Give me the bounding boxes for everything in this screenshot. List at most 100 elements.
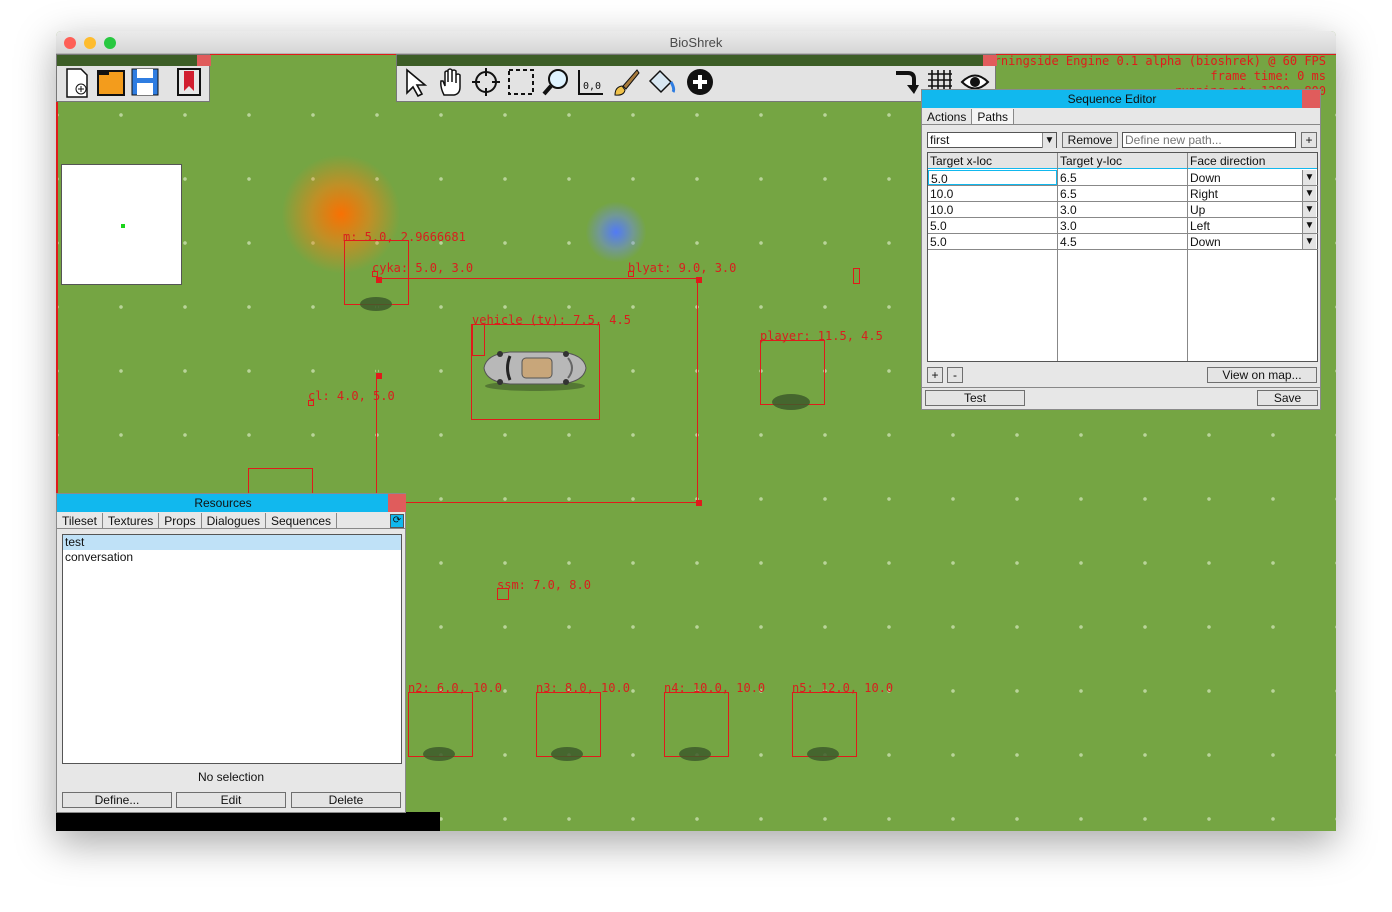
cell-y[interactable]: 6.5	[1058, 170, 1077, 186]
cell-y[interactable]: 3.0	[1058, 202, 1077, 218]
entity-cl-anchor[interactable]	[308, 400, 314, 406]
entity-marker[interactable]	[853, 268, 860, 284]
entity-blyat-anchor[interactable]	[628, 271, 634, 277]
chevron-down-icon: ▼	[1302, 186, 1316, 201]
marquee-select-icon[interactable]	[505, 67, 537, 99]
table-row[interactable]: 5.0 4.5 Down ▼	[928, 234, 1318, 250]
car-sprite	[480, 346, 590, 397]
cell-direction[interactable]: Down ▼	[1188, 234, 1316, 250]
path-select-value: first	[930, 133, 950, 147]
new-path-input[interactable]	[1122, 132, 1296, 148]
cell-x[interactable]: 10.0	[928, 202, 953, 218]
hand-pan-icon[interactable]	[435, 67, 467, 99]
remove-row-button[interactable]: -	[947, 367, 963, 383]
path-node[interactable]	[376, 373, 382, 379]
resources-panel: Resources Tileset Textures Props Dialogu…	[56, 493, 406, 813]
tab-textures[interactable]: Textures	[102, 513, 160, 528]
tab-actions[interactable]: Actions	[922, 109, 973, 124]
select-arrow-icon[interactable]	[400, 67, 432, 99]
column-header-x[interactable]: Target x-loc	[928, 153, 992, 169]
fill-bucket-icon[interactable]	[645, 67, 677, 99]
sequence-editor-title[interactable]: Sequence Editor	[922, 90, 1302, 108]
add-path-button[interactable]: +	[1301, 132, 1317, 148]
resources-list: test conversation	[62, 534, 402, 764]
refresh-icon[interactable]: ⟳	[390, 514, 404, 528]
entity-n2-shadow	[423, 747, 455, 761]
path-select[interactable]: first ▼	[927, 132, 1057, 148]
cell-x[interactable]: 5.0	[928, 170, 1057, 186]
tab-sequences[interactable]: Sequences	[266, 513, 338, 528]
resources-close-button[interactable]	[388, 494, 406, 512]
entity-n3-shadow	[551, 747, 583, 761]
add-icon[interactable]	[684, 67, 716, 99]
table-row[interactable]: 10.0 3.0 Up ▼	[928, 202, 1318, 218]
cell-direction[interactable]: Left ▼	[1188, 218, 1316, 234]
save-button[interactable]: Save	[1257, 390, 1318, 406]
entity-cyka-anchor[interactable]	[372, 271, 378, 277]
resources-status: No selection	[197, 770, 265, 784]
cell-x[interactable]: 5.0	[928, 218, 947, 234]
cell-y[interactable]: 3.0	[1058, 218, 1077, 234]
edit-button[interactable]: Edit	[176, 792, 286, 808]
cell-direction-value: Up	[1190, 203, 1206, 217]
list-item[interactable]: conversation	[63, 550, 401, 565]
path-table-header: Target x-loc Target y-loc Face direction	[928, 153, 1317, 169]
resources-title[interactable]: Resources	[57, 494, 389, 512]
step-down-icon[interactable]	[889, 67, 921, 99]
save-icon[interactable]	[129, 67, 161, 99]
define-button[interactable]: Define...	[62, 792, 172, 808]
file-toolbar-close[interactable]	[197, 55, 211, 66]
table-row[interactable]: 5.0 6.5 Down ▼	[928, 170, 1318, 186]
bookmark-icon[interactable]	[173, 67, 205, 99]
cell-y[interactable]: 4.5	[1058, 234, 1077, 250]
cell-direction-value: Right	[1190, 187, 1219, 201]
sequence-editor-close-button[interactable]	[1302, 90, 1320, 108]
path-node[interactable]	[696, 500, 702, 506]
cell-y[interactable]: 6.5	[1058, 186, 1077, 202]
crosshair-icon[interactable]	[470, 67, 502, 99]
blue-light	[586, 202, 646, 262]
entity-ssm-anchor[interactable]	[497, 588, 509, 600]
table-row[interactable]: 5.0 3.0 Left ▼	[928, 218, 1318, 234]
view-on-map-button[interactable]: View on map...	[1207, 367, 1317, 383]
cell-direction[interactable]: Right ▼	[1188, 186, 1316, 202]
entity-cyka-shadow	[360, 297, 392, 311]
cell-x[interactable]: 5.0	[928, 234, 947, 250]
path-table: Target x-loc Target y-loc Face direction…	[927, 152, 1318, 362]
svg-text:0,0: 0,0	[583, 81, 601, 92]
tab-props[interactable]: Props	[159, 513, 202, 528]
path-node[interactable]	[696, 277, 702, 283]
list-item[interactable]: test	[63, 535, 401, 550]
table-row[interactable]: 10.0 6.5 Right ▼	[928, 186, 1318, 202]
title-bar: BioShrek	[56, 31, 1336, 54]
tab-paths[interactable]: Paths	[972, 109, 1015, 124]
file-toolbar-handle[interactable]	[57, 55, 211, 66]
add-row-button[interactable]: +	[927, 367, 943, 383]
entity-n4-shadow	[679, 747, 711, 761]
open-folder-icon[interactable]	[95, 67, 127, 99]
paint-brush-icon[interactable]	[610, 67, 642, 99]
cell-direction[interactable]: Up ▼	[1188, 202, 1316, 218]
tool-toolbar-close[interactable]	[983, 55, 997, 66]
test-button[interactable]: Test	[925, 390, 1025, 406]
map-boundary	[56, 54, 58, 494]
console-bar	[56, 812, 440, 831]
entity-player-shadow	[772, 394, 810, 410]
tab-dialogues[interactable]: Dialogues	[201, 513, 266, 528]
zoom-icon[interactable]	[540, 67, 572, 99]
delete-button[interactable]: Delete	[291, 792, 401, 808]
engine-info-frame-time: frame time: 0 ms	[1210, 69, 1326, 83]
cell-x[interactable]: 10.0	[928, 186, 953, 202]
coordinates-icon[interactable]: 0,0	[575, 67, 607, 99]
remove-path-button[interactable]: Remove	[1062, 132, 1118, 148]
map-canvas[interactable]: Morningside Engine 0.1 alpha (bioshrek) …	[56, 54, 1336, 831]
cell-direction[interactable]: Down ▼	[1188, 170, 1316, 186]
column-header-direction[interactable]: Face direction	[1188, 153, 1265, 169]
new-file-icon[interactable]	[61, 67, 93, 99]
column-header-y[interactable]: Target y-loc	[1058, 153, 1122, 169]
divider	[922, 387, 1320, 388]
tab-tileset[interactable]: Tileset	[57, 513, 103, 528]
cell-direction-value: Left	[1190, 219, 1211, 233]
tool-toolbar-handle[interactable]	[397, 55, 997, 66]
minimap[interactable]	[61, 164, 182, 285]
